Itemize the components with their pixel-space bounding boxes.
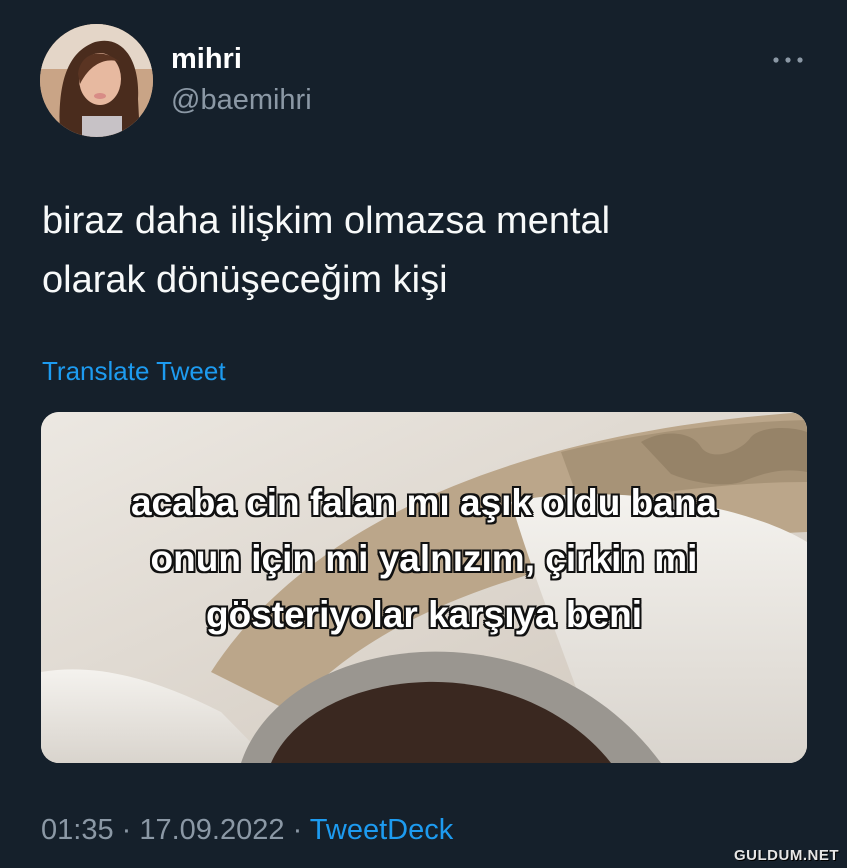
tweet: mihri @baemihri biraz daha ilişkim olmaz… — [0, 0, 847, 868]
media-caption-line: onun için mi yalnızım, çirkin mi — [150, 538, 698, 579]
tweet-source-link[interactable]: TweetDeck — [310, 814, 453, 846]
avatar[interactable] — [40, 24, 153, 137]
avatar-image — [40, 24, 153, 137]
tweet-meta: 01:35 · 17.09.2022 · TweetDeck — [41, 814, 453, 847]
tweet-media[interactable]: acaba cin falan mı aşık oldu bana onun i… — [41, 412, 807, 763]
tweet-time[interactable]: 01:35 — [41, 814, 114, 846]
more-horizontal-icon — [773, 57, 803, 63]
handle[interactable]: @baemihri — [171, 84, 312, 117]
tweet-text-line: olarak dönüşeceğim kişi — [42, 259, 448, 301]
meta-separator: · — [284, 814, 310, 846]
tweet-date[interactable]: 17.09.2022 — [139, 814, 284, 846]
more-button[interactable] — [768, 48, 808, 72]
media-caption-line: gösteriyolar karşıya beni — [206, 594, 642, 635]
watermark: GULDUM.NET — [734, 847, 839, 864]
display-name[interactable]: mihri — [171, 43, 242, 76]
tweet-text-line: biraz daha ilişkim olmazsa mental — [42, 200, 611, 242]
media-caption-line: acaba cin falan mı aşık oldu bana — [130, 482, 718, 523]
meta-separator: · — [113, 814, 140, 846]
tweet-text: biraz daha ilişkim olmazsa mental olarak… — [42, 192, 802, 310]
media-photo — [41, 412, 807, 763]
translate-tweet-link[interactable]: Translate Tweet — [42, 356, 226, 387]
